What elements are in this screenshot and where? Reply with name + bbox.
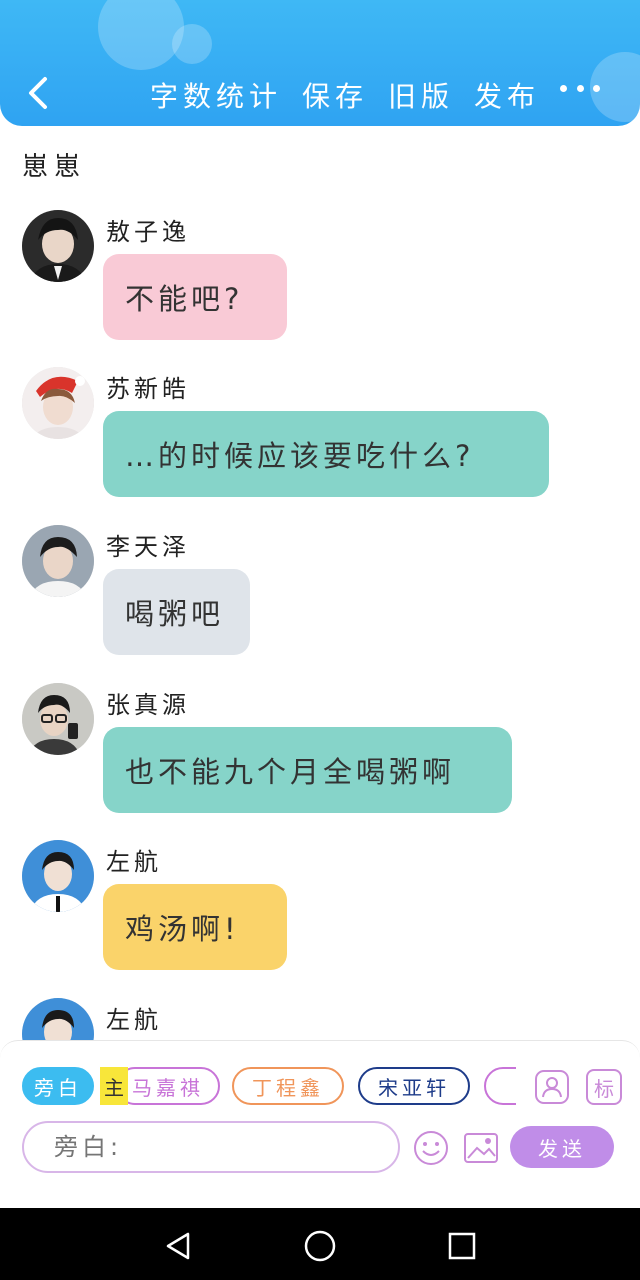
header-bubble-decoration [98, 0, 184, 70]
chat-message: 苏新皓 …的时候应该要吃什么? [22, 367, 622, 507]
role-chip-ding-chengxin[interactable]: 丁程鑫 [232, 1067, 344, 1105]
message-input[interactable] [22, 1121, 400, 1173]
sender-name: 苏新皓 [106, 375, 190, 403]
more-dot [576, 84, 584, 92]
back-button[interactable] [18, 68, 58, 118]
save-button[interactable]: 保存 [302, 75, 368, 115]
send-button[interactable]: 发送 [510, 1126, 614, 1168]
main-role-tag: 主 [100, 1067, 128, 1105]
nav-back-button[interactable] [158, 1226, 198, 1266]
avatar-portrait [22, 683, 94, 755]
message-bubble[interactable]: 不能吧? [103, 254, 287, 340]
publish-button[interactable]: 发布 [474, 75, 540, 115]
role-chip-ma-jiaqi[interactable]: 马嘉祺 [116, 1067, 220, 1105]
message-bubble[interactable]: 喝粥吧 [103, 569, 250, 655]
sender-name: 张真源 [106, 691, 190, 719]
avatar-portrait [22, 840, 94, 912]
emoji-icon [414, 1131, 448, 1165]
home-circle-icon [304, 1230, 336, 1262]
old-version-button[interactable]: 旧版 [388, 75, 454, 115]
avatar-portrait [22, 998, 94, 1040]
message-bubble[interactable]: …的时候应该要吃什么? [103, 411, 549, 497]
word-count-button[interactable]: 字数统计 [150, 75, 282, 115]
chat-message: 左航 [22, 998, 622, 1040]
system-navigation-bar [0, 1208, 640, 1280]
tag-button[interactable]: 标 [586, 1069, 622, 1105]
nav-recents-button[interactable] [442, 1226, 482, 1266]
message-bubble[interactable]: 鸡汤啊! [103, 884, 287, 970]
avatar[interactable] [22, 840, 94, 912]
more-dots-icon[interactable] [560, 78, 600, 98]
avatar[interactable] [22, 210, 94, 282]
tag-icon: 标 [594, 1076, 614, 1101]
role-chip-song-yaxuan[interactable]: 宋亚轩 [358, 1067, 470, 1105]
more-dot [593, 84, 600, 92]
top-header: 字数统计 保存 旧版 发布 [0, 0, 640, 126]
back-triangle-icon [166, 1232, 190, 1260]
chat-message: 左航 鸡汤啊! [22, 840, 622, 980]
avatar-portrait [22, 210, 94, 282]
role-chip-narrator[interactable]: 旁白 [22, 1067, 94, 1105]
avatar-portrait [22, 367, 94, 439]
more-dot [560, 84, 567, 92]
sender-name: 左航 [106, 1006, 162, 1034]
role-chip-more[interactable] [484, 1067, 516, 1105]
header-toolbar: 字数统计 保存 旧版 发布 [150, 72, 560, 118]
role-chips: 旁白 马嘉祺 主 丁程鑫 宋亚轩 [22, 1067, 516, 1109]
image-icon [464, 1133, 498, 1163]
sender-name: 左航 [106, 848, 162, 876]
avatar[interactable] [22, 525, 94, 597]
avatar[interactable] [22, 683, 94, 755]
header-bubble-decoration [172, 24, 212, 64]
nav-home-button[interactable] [300, 1226, 340, 1266]
avatar[interactable] [22, 998, 94, 1040]
chat-message: 敖子逸 不能吧? [22, 210, 622, 350]
message-bubble[interactable]: 也不能九个月全喝粥啊 [103, 727, 512, 813]
chat-message: 李天泽 喝粥吧 [22, 525, 622, 665]
chat-message: 张真源 也不能九个月全喝粥啊 [22, 683, 622, 823]
message-composer: 旁白 马嘉祺 主 丁程鑫 宋亚轩 标 发送 [0, 1040, 640, 1209]
chevron-left-icon [29, 77, 47, 109]
story-title: 崽崽 [22, 152, 87, 182]
image-button[interactable] [462, 1129, 500, 1167]
sender-name: 敖子逸 [106, 218, 190, 246]
sender-name: 李天泽 [106, 533, 190, 561]
avatar-portrait [22, 525, 94, 597]
character-select-button[interactable] [534, 1069, 570, 1105]
recents-square-icon [448, 1232, 476, 1260]
person-icon [535, 1070, 569, 1104]
avatar[interactable] [22, 367, 94, 439]
emoji-button[interactable] [412, 1129, 450, 1167]
